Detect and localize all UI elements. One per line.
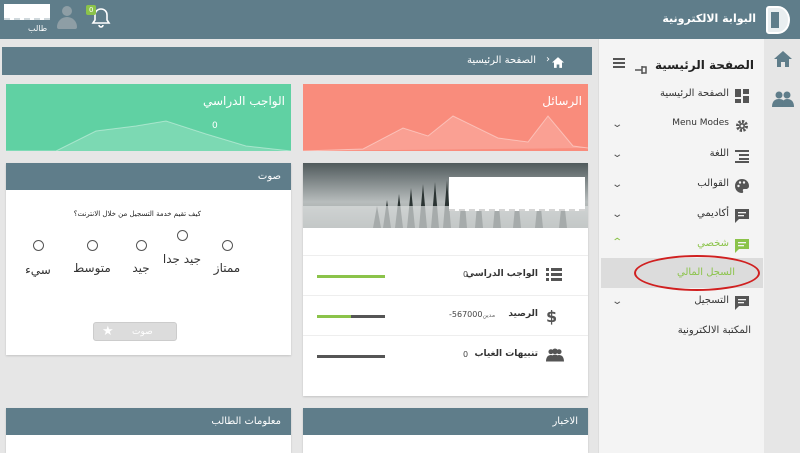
- side-menu: الصفحة الرئيسية الصفحة الرئيسية Menu Mod…: [598, 39, 764, 453]
- sidebar-item-templates[interactable]: القوالب ⌄: [599, 172, 765, 198]
- comment-icon: [735, 208, 749, 223]
- sidebar-item-label: المكتبة الالكترونية: [677, 325, 751, 336]
- row-value: 0: [463, 350, 469, 359]
- sidebar-item-home[interactable]: الصفحة الرئيسية: [599, 82, 765, 108]
- people-icon: [546, 347, 564, 365]
- list-icon: [546, 267, 564, 285]
- poll-title: صوت: [257, 171, 281, 182]
- radio-bad[interactable]: [33, 240, 44, 251]
- sidebar-item-e-library[interactable]: المكتبة الالكترونية: [599, 319, 765, 345]
- sparkline: [303, 115, 588, 151]
- progress-bar: [317, 275, 385, 278]
- sidebar-item-label: القوالب: [697, 178, 729, 189]
- comment-icon: [735, 238, 749, 253]
- sidebar-item-label: التسجيل: [694, 295, 729, 306]
- star-icon: ★: [102, 324, 114, 339]
- menu-title: الصفحة الرئيسية: [654, 58, 754, 72]
- chevron-left-icon: ›: [546, 54, 550, 65]
- breadcrumb: › الصفحة الرئيسية: [2, 47, 592, 75]
- people-icon[interactable]: [772, 91, 794, 111]
- row-unit: مدين: [482, 312, 496, 319]
- icon-strip: [764, 39, 800, 453]
- radio-excellent[interactable]: [222, 240, 233, 251]
- highlight-annotation: [634, 255, 760, 291]
- student-info-title: معلومات الطالب: [211, 416, 281, 427]
- chevron-down-icon: ⌄: [611, 119, 624, 130]
- option-label: سيء: [25, 263, 51, 277]
- chevron-down-icon: ⌄: [611, 149, 624, 160]
- homework-card[interactable]: الواجب الدراسي 0: [6, 84, 291, 151]
- chevron-down-icon: ⌄: [611, 209, 624, 220]
- username-redacted: [4, 4, 50, 20]
- row-label: تنبيهات الغياب: [474, 349, 538, 359]
- news-title: الاخبار: [552, 416, 578, 427]
- comment-icon: [735, 295, 749, 310]
- vote-button-label: صوت: [132, 327, 153, 337]
- profile-card: الواجب الدراسي 0 $ الرصيد -567000مدين تن…: [303, 163, 588, 396]
- radio-very-good[interactable]: [177, 230, 188, 241]
- chevron-down-icon: ⌄: [611, 296, 624, 307]
- vote-button[interactable]: ★ صوت: [93, 322, 177, 341]
- palette-icon: [735, 178, 749, 193]
- row-value: 0: [463, 270, 469, 279]
- absence-alerts-row[interactable]: تنبيهات الغياب 0: [303, 335, 588, 375]
- radio-average[interactable]: [87, 240, 98, 251]
- portal-logo[interactable]: [766, 6, 790, 34]
- sidebar-item-label: Menu Modes: [672, 118, 729, 128]
- chevron-up-icon: ⌃: [611, 237, 624, 248]
- row-label: الواجب الدراسي: [465, 269, 538, 279]
- top-bar: البوابة الالكترونية طالب 0: [0, 0, 800, 39]
- balance-row[interactable]: $ الرصيد -567000مدين: [303, 295, 588, 335]
- dollar-icon: $: [546, 307, 558, 326]
- student-info-card: معلومات الطالب: [6, 408, 291, 453]
- progress-bar: [317, 355, 385, 358]
- poll-header: صوت: [6, 163, 291, 190]
- gear-icon: [735, 118, 749, 132]
- option-label: متوسط: [73, 261, 111, 275]
- sidebar-item-label: اللغة: [709, 148, 729, 159]
- avatar[interactable]: [57, 6, 77, 30]
- portal-title: البوابة الالكترونية: [662, 12, 756, 25]
- breadcrumb-current: الصفحة الرئيسية: [467, 55, 536, 66]
- row-value: -567000مدين: [449, 310, 496, 319]
- list-icon: [735, 148, 749, 163]
- messages-card[interactable]: الرسائل 0: [303, 84, 588, 151]
- home-icon[interactable]: [774, 51, 792, 71]
- poll-question: كيف تقيم خدمة التسجيل من خلال الانترنت؟: [73, 210, 201, 218]
- user-role: طالب: [28, 24, 48, 33]
- sidebar-item-registration[interactable]: التسجيل ⌄: [599, 289, 765, 315]
- home-icon[interactable]: [552, 53, 564, 72]
- option-label: ممتاز: [213, 261, 241, 275]
- progress-bar: [317, 315, 385, 318]
- poll-card: صوت كيف تقيم خدمة التسجيل من خلال الانتر…: [6, 163, 291, 355]
- sidebar-item-language[interactable]: اللغة ⌄: [599, 142, 765, 168]
- sidebar-item-label: شخصي: [697, 238, 729, 249]
- sparkline: [6, 120, 291, 151]
- option-label: جيد: [132, 261, 150, 275]
- radio-good[interactable]: [136, 240, 147, 251]
- sidebar-item-personal[interactable]: شخصي ⌃: [599, 232, 765, 258]
- dashboard-icon: [735, 88, 749, 103]
- sidebar-item-label: أكاديمي: [697, 208, 729, 219]
- row-label: الرصيد: [508, 309, 538, 319]
- sidebar-item-academic[interactable]: أكاديمي ⌄: [599, 202, 765, 228]
- notification-badge: 0: [86, 5, 97, 15]
- pin-icon[interactable]: [635, 59, 647, 78]
- news-card: الاخبار: [303, 408, 588, 453]
- chevron-down-icon: ⌄: [611, 179, 624, 190]
- homework-row[interactable]: الواجب الدراسي 0: [303, 255, 588, 295]
- hamburger-icon[interactable]: [613, 58, 625, 68]
- profile-banner: [303, 163, 588, 228]
- student-name-redacted: [449, 177, 585, 211]
- sidebar-item-label: الصفحة الرئيسية: [660, 88, 729, 99]
- sidebar-item-menu-modes[interactable]: Menu Modes ⌄: [599, 112, 765, 138]
